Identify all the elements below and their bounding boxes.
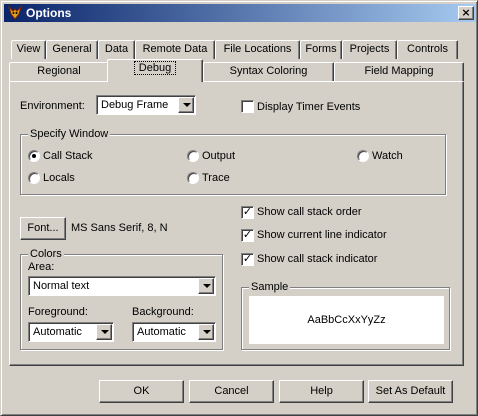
tab-forms[interactable]: Forms xyxy=(300,40,342,59)
show-call-stack-order-label: Show call stack order xyxy=(257,206,362,218)
tab-projects[interactable]: Projects xyxy=(342,40,397,59)
close-button[interactable]: × xyxy=(458,6,474,20)
background-select[interactable]: Automatic xyxy=(132,322,216,342)
foreground-label: Foreground: xyxy=(28,306,88,318)
locals-label: Locals xyxy=(43,172,75,184)
chevron-down-icon[interactable] xyxy=(198,324,214,340)
title-bar[interactable]: Options × xyxy=(4,4,476,22)
environment-select[interactable]: Debug Frame xyxy=(96,95,196,115)
tab-field-mapping[interactable]: Field Mapping xyxy=(334,62,464,81)
watch-radio[interactable] xyxy=(357,150,369,162)
foreground-select[interactable]: Automatic xyxy=(28,322,114,342)
tab-controls[interactable]: Controls xyxy=(397,40,458,59)
tab-remote-data[interactable]: Remote Data xyxy=(135,40,215,59)
tab-file-locations[interactable]: File Locations xyxy=(215,40,300,59)
locals-radio[interactable] xyxy=(28,172,40,184)
specify-window-caption: Specify Window xyxy=(28,128,111,140)
chevron-down-icon[interactable] xyxy=(178,97,194,113)
chevron-down-icon[interactable] xyxy=(96,324,112,340)
display-timer-label: Display Timer Events xyxy=(257,101,361,113)
tab-syntax-coloring[interactable]: Syntax Coloring xyxy=(203,62,334,81)
area-select[interactable]: Normal text xyxy=(28,276,216,296)
cancel-button[interactable]: Cancel xyxy=(189,380,274,403)
sample-preview: AaBbCcXxYyZz xyxy=(249,296,444,344)
call-stack-label: Call Stack xyxy=(43,150,93,162)
close-icon: × xyxy=(461,6,471,19)
output-radio[interactable] xyxy=(187,150,199,162)
show-call-stack-indicator-checkbox[interactable]: ✓ xyxy=(241,253,254,266)
area-label: Area: xyxy=(28,261,55,273)
tab-regional[interactable]: Regional xyxy=(9,62,109,81)
help-button[interactable]: Help xyxy=(279,380,364,403)
sample-caption: Sample xyxy=(249,281,291,293)
show-call-stack-indicator-label: Show call stack indicator xyxy=(257,253,378,265)
show-current-line-checkbox[interactable]: ✓ xyxy=(241,229,254,242)
trace-radio[interactable] xyxy=(187,172,199,184)
background-label: Background: xyxy=(132,306,194,318)
environment-label: Environment: xyxy=(20,100,85,112)
watch-label: Watch xyxy=(372,150,403,162)
chevron-down-icon[interactable] xyxy=(198,278,214,294)
specify-window-group: Specify Window xyxy=(20,128,446,195)
tab-data[interactable]: Data xyxy=(98,40,135,59)
fox-app-icon xyxy=(7,5,23,20)
tab-view[interactable]: View xyxy=(11,40,46,59)
show-current-line-label: Show current line indicator xyxy=(257,229,387,241)
window-title: Options xyxy=(26,6,72,20)
font-value: MS Sans Serif, 8, N xyxy=(71,222,168,234)
tab-debug[interactable]: Debug xyxy=(107,59,203,82)
display-timer-checkbox[interactable] xyxy=(241,100,254,113)
font-button[interactable]: Font... xyxy=(20,217,66,240)
trace-label: Trace xyxy=(202,172,230,184)
call-stack-radio[interactable] xyxy=(28,150,40,162)
output-label: Output xyxy=(202,150,236,162)
show-call-stack-order-checkbox[interactable]: ✓ xyxy=(241,206,254,219)
options-dialog: Options × View General Data Remote Data … xyxy=(0,0,478,416)
colors-caption: Colors xyxy=(28,248,64,260)
set-as-default-button[interactable]: Set As Default xyxy=(368,380,453,403)
ok-button[interactable]: OK xyxy=(99,380,184,403)
tab-general[interactable]: General xyxy=(46,40,98,59)
